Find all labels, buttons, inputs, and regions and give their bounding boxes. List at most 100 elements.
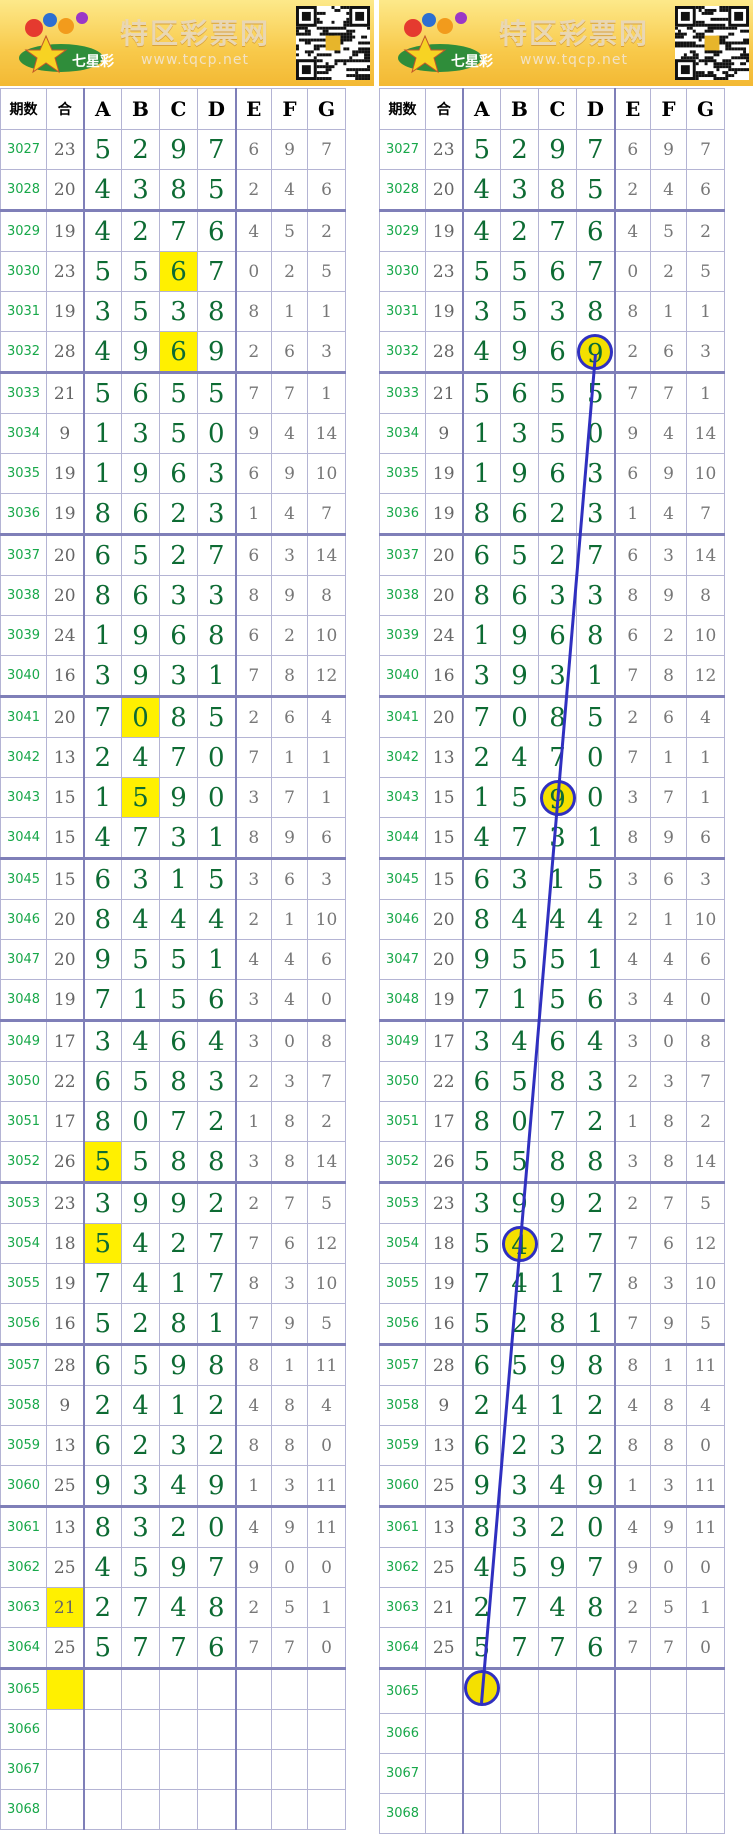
extra-digit-E: 2 [614,1181,651,1224]
main-digit-D: 7 [576,251,616,292]
extra-digit-G: 2 [686,1101,725,1142]
main-digit-A: 3 [83,655,122,697]
main-digit-B: 5 [121,1061,160,1102]
issue-number: 3035 [379,453,426,494]
extra-digit-E [614,1793,651,1834]
column-header: 合 [425,88,464,130]
main-digit-D: 8 [576,1343,616,1386]
main-digit-B: 1 [121,979,160,1021]
issue-number: 3057 [0,1343,47,1386]
main-digit-B: 3 [500,413,539,454]
extra-digit-G: 7 [307,129,346,170]
draw-row: 3049 17 3 4 6 4 3 0 8 [379,1019,725,1062]
main-digit-D: 0 [197,777,237,818]
main-digit-D: 7 [197,129,237,170]
main-digit-D: 7 [576,129,616,170]
extra-digit-G: 11 [686,1343,725,1386]
extra-digit-G: 10 [307,1263,346,1304]
issue-number: 3043 [0,777,47,818]
digit-sum: 25 [425,1465,464,1507]
extra-digit-G: 8 [686,575,725,616]
issue-number: 3039 [379,615,426,656]
digit-sum: 20 [46,899,85,940]
main-digit-A: 6 [83,1425,122,1466]
column-header: E [235,88,272,130]
extra-digit-G: 6 [686,939,725,980]
digit-sum: 17 [425,1101,464,1142]
issue-number: 3034 [0,413,47,454]
draw-row: 3046 20 8 4 4 4 2 1 10 [379,899,725,940]
extra-digit-F: 3 [271,533,308,576]
extra-digit-G: 3 [307,331,346,373]
column-header: G [686,88,725,130]
main-digit-B: 3 [500,857,539,900]
main-digit-B: 5 [500,1141,539,1183]
extra-digit-G: 10 [686,1263,725,1304]
digit-sum: 25 [46,1627,85,1669]
main-digit-D: 7 [576,1223,616,1264]
extra-digit-E: 8 [235,1263,272,1304]
issue-number: 3068 [0,1789,47,1830]
column-header: C [159,88,198,130]
extra-digit-E: 8 [614,817,651,859]
extra-digit-F: 6 [650,695,687,738]
extra-digit-F: 6 [271,695,308,738]
issue-number: 3047 [379,939,426,980]
main-digit-C: 3 [159,1425,198,1466]
issue-number: 3042 [379,737,426,778]
main-digit-B: 5 [121,1343,160,1386]
main-digit-A: 2 [462,1587,501,1628]
extra-digit-E: 7 [614,737,651,778]
extra-digit-G: 1 [307,371,346,414]
extra-digit-G [686,1713,725,1754]
extra-digit-G [307,1667,346,1710]
main-digit-C: 8 [538,1141,577,1183]
draw-row: 3060 25 9 3 4 9 1 3 11 [379,1465,725,1507]
extra-digit-E: 6 [614,533,651,576]
draw-row: 3029 19 4 2 7 6 4 5 2 [379,209,725,252]
main-digit-D [197,1709,237,1750]
draw-row: 3040 16 3 9 3 1 7 8 12 [0,655,346,697]
draw-row: 3041 20 7 0 8 5 2 6 4 [379,695,725,738]
main-digit-D: 1 [197,1303,237,1345]
extra-digit-E: 4 [235,1505,272,1548]
extra-digit-E: 6 [614,453,651,494]
extra-digit-G [307,1789,346,1830]
draw-row: 3042 13 2 4 7 0 7 1 1 [379,737,725,778]
issue-number: 3057 [379,1343,426,1386]
extra-digit-G: 6 [307,169,346,211]
main-digit-C: 3 [538,1425,577,1466]
extra-digit-E: 3 [235,857,272,900]
issue-number: 3045 [0,857,47,900]
extra-digit-E: 2 [614,331,651,373]
extra-digit-F: 9 [271,817,308,859]
main-digit-B: 7 [500,1627,539,1669]
main-digit-D: 8 [576,1141,616,1183]
extra-digit-F: 7 [271,1627,308,1669]
extra-digit-F: 4 [650,169,687,211]
digit-sum: 23 [46,251,85,292]
extra-digit-E [614,1713,651,1754]
main-digit-B: 3 [121,169,160,211]
main-digit-B: 3 [121,1465,160,1507]
main-digit-B: 9 [500,331,539,373]
extra-digit-G: 2 [307,209,346,252]
main-digit-B: 5 [121,777,160,818]
digit-sum: 21 [425,1587,464,1628]
issue-number: 3032 [0,331,47,373]
digit-sum: 22 [425,1061,464,1102]
extra-digit-E: 1 [235,493,272,535]
extra-digit-E: 9 [614,1547,651,1588]
main-digit-B: 5 [121,291,160,332]
issue-number: 3038 [379,575,426,616]
draw-row: 3030 23 5 5 6 7 0 2 5 [0,251,346,292]
extra-digit-F: 9 [650,575,687,616]
extra-digit-E: 2 [614,695,651,738]
draw-row: 3034 9 1 3 5 0 9 4 14 [379,413,725,454]
issue-number: 3043 [379,777,426,818]
lottery-logo: 七星彩 [398,12,493,74]
main-digit-A: 5 [83,1303,122,1345]
issue-number: 3055 [0,1263,47,1304]
main-digit-A [83,1749,122,1790]
issue-number: 3044 [0,817,47,859]
